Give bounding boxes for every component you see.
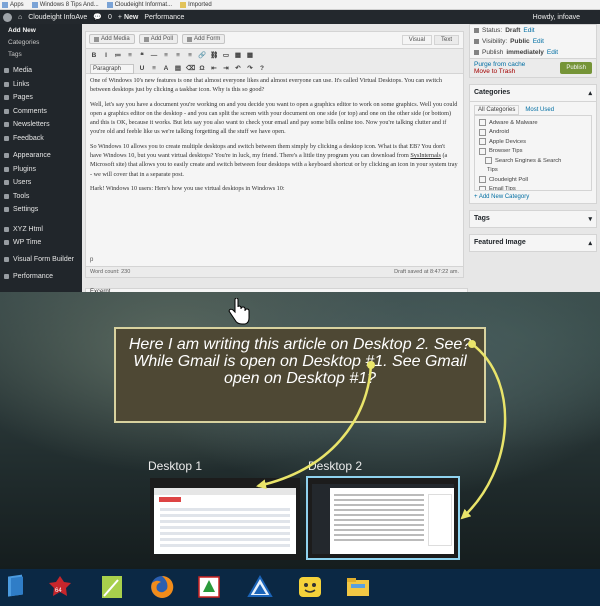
taskbar: 64 — [0, 569, 600, 606]
monitor-badge: 64 — [55, 588, 62, 594]
image-editor-icon[interactable] — [98, 573, 126, 601]
smiley-icon[interactable] — [296, 573, 324, 601]
arrow-to-desktop-1 — [256, 364, 373, 490]
app-icon[interactable] — [246, 573, 274, 601]
file-explorer-icon[interactable] — [344, 573, 372, 601]
pdf-tool-icon[interactable] — [195, 573, 223, 601]
annotation-arrows — [256, 340, 507, 520]
arrow-to-desktop-2 — [460, 343, 507, 520]
hardware-monitor-icon[interactable]: 64 — [46, 573, 74, 601]
firefox-icon[interactable] — [148, 573, 176, 601]
task-view-icon[interactable] — [2, 573, 30, 601]
